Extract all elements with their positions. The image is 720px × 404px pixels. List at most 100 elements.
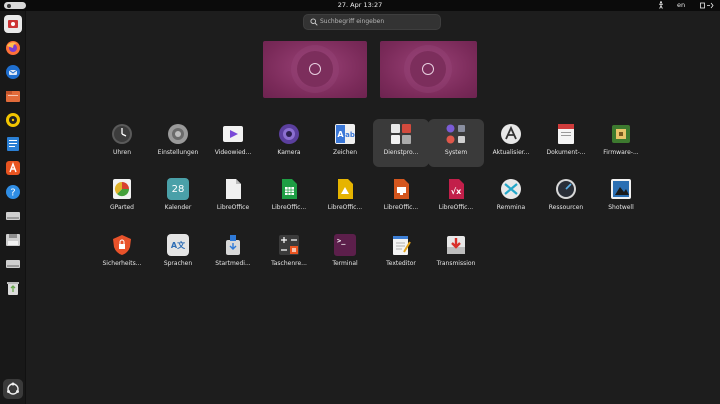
drive-icon[interactable] [4,207,22,225]
thunderbird-icon[interactable] [4,63,22,81]
terminal-icon: >_ [334,234,356,256]
utilities-folder-icon [390,123,412,145]
libreoffice-math-icon: √x [445,178,467,200]
svg-text:?: ? [10,188,15,199]
app-label: Taschenre... [271,260,307,267]
floppy-drive-icon[interactable] [4,231,22,249]
libreoffice-draw-icon [334,178,356,200]
app-shotwell[interactable]: Shotwell [593,174,649,222]
app-label: Shotwell [608,204,634,211]
workspace-thumbnail-1[interactable] [263,41,367,98]
app-remmina[interactable]: Remmina [483,174,539,222]
files-icon[interactable] [4,87,22,105]
rhythmbox-icon[interactable] [4,111,22,129]
clock-icon [111,123,133,145]
calculator-icon [278,234,300,256]
input-language[interactable]: en [677,1,685,9]
app-label: Uhren [112,149,132,156]
app-libreoffice[interactable]: LibreOffice [205,174,261,222]
app-folder-system[interactable]: System [428,119,484,167]
resources-gauge-icon [555,178,577,200]
calendar-icon: 28 [167,178,189,200]
app-dokumentenbetrachter[interactable]: Dokument-... [538,119,594,167]
app-label: LibreOffic... [327,204,363,211]
app-sicherheitscenter[interactable]: Sicherheits... [94,230,150,278]
software-updater-icon [500,123,522,145]
app-libreoffice-impress[interactable]: LibreOffic... [373,174,429,222]
firmware-chip-icon [610,123,632,145]
workspace-thumbnail-2[interactable] [380,41,477,98]
app-terminal[interactable]: >_ Terminal [317,230,373,278]
app-label: Kalender [164,204,192,211]
search-bar[interactable]: Suchbegriff eingeben [303,14,441,30]
app-zeichen[interactable]: Aab Zeichen [317,119,373,167]
top-bar: 27. Apr 13:27 en [0,0,720,11]
transmission-icon [445,234,467,256]
ubuntu-logo-icon [422,63,434,75]
document-viewer-icon [555,123,577,145]
libreoffice-calc-icon [278,178,300,200]
app-libreoffice-math[interactable]: √x LibreOffic... [428,174,484,222]
app-label: Transmission [436,260,476,267]
security-shield-icon [111,234,133,256]
writer-icon[interactable] [4,135,22,153]
app-label: Startmedi... [215,260,251,267]
app-videowiedergabe[interactable]: Videowied... [205,119,261,167]
accessibility-icon[interactable] [658,1,664,11]
app-folder-dienstprogramme[interactable]: Dienstpro... [373,119,429,167]
app-label: LibreOffice [216,204,250,211]
app-einstellungen[interactable]: Einstellungen [150,119,206,167]
gparted-icon [111,178,133,200]
characters-icon: Aab [334,123,356,145]
app-label: Ressourcen [548,204,584,211]
help-icon[interactable]: ? [4,183,22,201]
app-label: Dokument-... [546,149,586,156]
app-gparted[interactable]: GParted [94,174,150,222]
app-kalender[interactable]: 28 Kalender [150,174,206,222]
trash-icon[interactable] [4,279,22,297]
app-label: LibreOffic... [383,204,419,211]
app-label: GParted [110,204,134,211]
app-label: Aktualisier... [492,149,530,156]
app-startmedienersteller[interactable]: Startmedi... [205,230,261,278]
app-texteditor[interactable]: Texteditor [373,230,429,278]
app-label: Zeichen [332,149,358,156]
app-libreoffice-calc[interactable]: LibreOffic... [261,174,317,222]
app-transmission[interactable]: Transmission [428,230,484,278]
app-kamera[interactable]: Kamera [261,119,317,167]
search-icon [310,18,318,26]
app-label: LibreOffic... [271,204,307,211]
show-apps-icon[interactable] [3,379,23,399]
clock[interactable]: 27. Apr 13:27 [0,1,720,9]
video-player-icon [222,123,244,145]
drive-icon-2[interactable] [4,255,22,273]
app-label: Kamera [277,149,301,156]
app-uhren[interactable]: Uhren [94,119,150,167]
app-label: Remmina [496,204,526,211]
app-label: Einstellungen [157,149,199,156]
app-sprachen[interactable]: A文 Sprachen [150,230,206,278]
app-label: Sprachen [163,260,193,267]
remmina-icon [500,178,522,200]
app-aktualisierungen[interactable]: Aktualisier... [483,119,539,167]
app-firmware[interactable]: Firmware-... [593,119,649,167]
shotwell-icon [610,178,632,200]
svg-text:ab: ab [345,131,355,139]
app-center-icon[interactable] [4,159,22,177]
svg-text:A: A [337,130,344,139]
app-label: LibreOffic... [438,204,474,211]
anmeldung-icon[interactable] [4,15,22,33]
svg-text:√x: √x [451,187,462,196]
firefox-icon[interactable] [4,39,22,57]
app-ressourcen[interactable]: Ressourcen [538,174,594,222]
terminal-prompt: >_ [337,237,346,245]
usb-creator-icon [222,234,244,256]
app-label: Sicherheits... [102,260,142,267]
app-label: Videowied... [214,149,252,156]
libreoffice-icon [222,178,244,200]
app-libreoffice-draw[interactable]: LibreOffic... [317,174,373,222]
system-menu-icon[interactable] [700,2,714,11]
libreoffice-impress-icon [390,178,412,200]
app-taschenrechner[interactable]: Taschenre... [261,230,317,278]
app-label: Terminal [332,260,358,267]
